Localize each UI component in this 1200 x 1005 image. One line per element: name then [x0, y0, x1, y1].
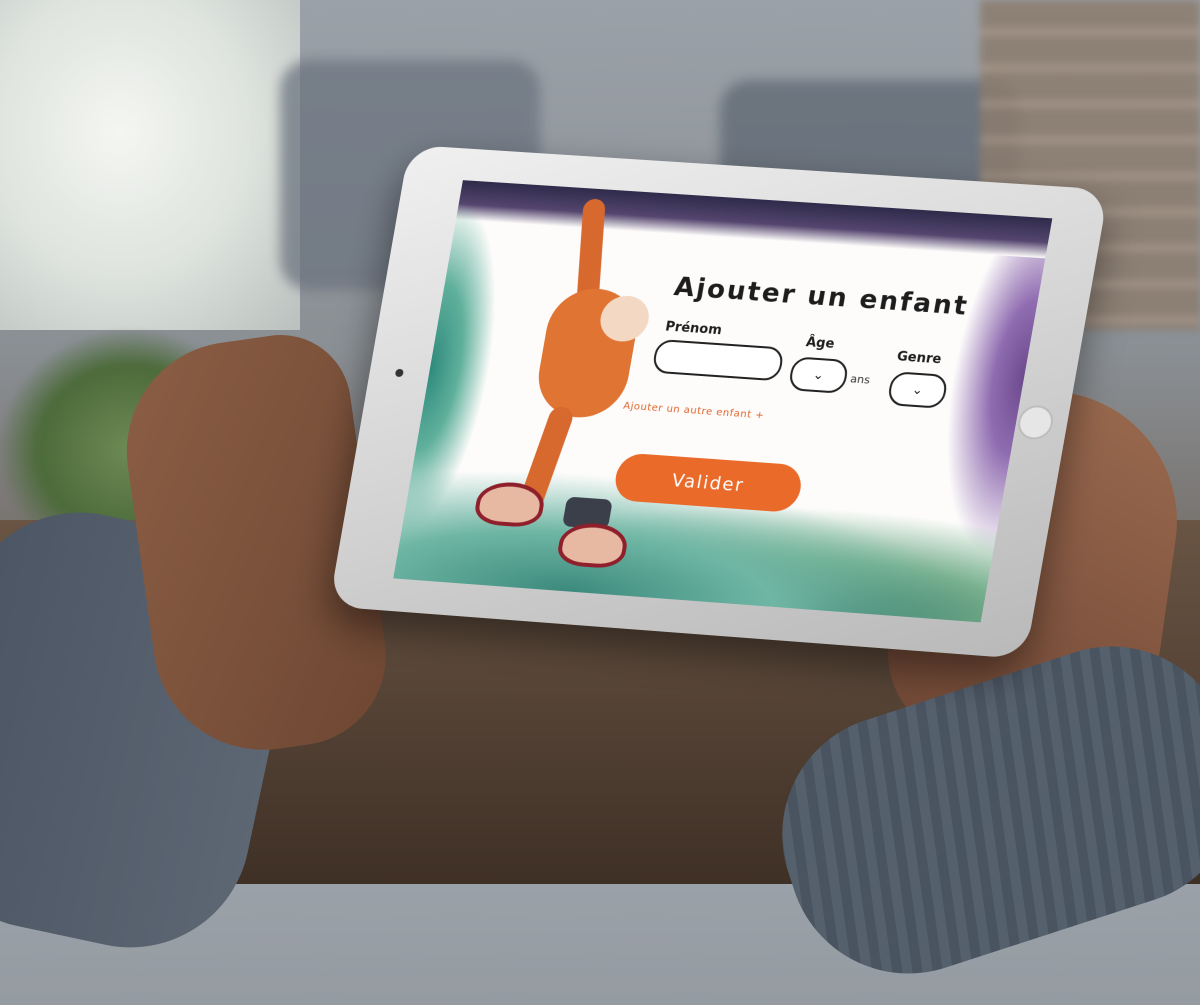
genre-select[interactable]: ⌄: [886, 371, 948, 409]
page-title: Ajouter un enfant: [672, 272, 971, 322]
tablet-scene: Ajouter un enfant Prénom Âge ⌄ ans Genre…: [0, 0, 1200, 884]
age-unit: ans: [849, 372, 871, 386]
age-select[interactable]: ⌄: [788, 356, 850, 394]
genre-label: Genre: [896, 349, 943, 367]
tablet-camera: [395, 369, 404, 377]
add-child-link[interactable]: Ajouter un autre enfant +: [622, 401, 765, 422]
chevron-down-icon: ⌄: [911, 382, 925, 399]
chevron-down-icon: ⌄: [812, 367, 826, 384]
tablet: Ajouter un enfant Prénom Âge ⌄ ans Genre…: [329, 145, 1109, 659]
age-label: Âge: [805, 335, 836, 352]
tablet-screen: Ajouter un enfant Prénom Âge ⌄ ans Genre…: [393, 180, 1052, 622]
prenom-label: Prénom: [664, 320, 723, 339]
prenom-input[interactable]: [651, 339, 785, 381]
home-button[interactable]: [1015, 404, 1055, 440]
